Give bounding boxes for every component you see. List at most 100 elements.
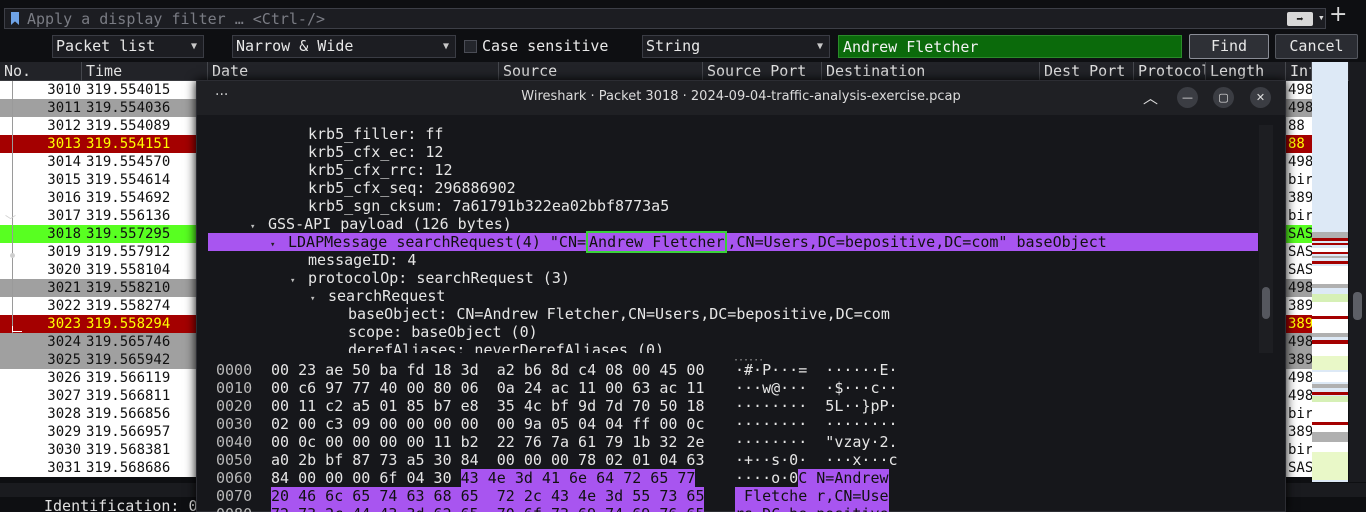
column-header-destination[interactable]: Destination	[822, 62, 1040, 81]
scrollbar-thumb[interactable]	[1262, 287, 1270, 319]
packet-info-cell[interactable]: 88	[1286, 135, 1312, 153]
packet-row[interactable]: 3026 319.566119	[0, 369, 196, 387]
hex-row[interactable]: 0050 a0 2b bf 87 73 a5 30 84 00 00 00 78 …	[208, 451, 1273, 469]
packet-row[interactable]: 3011 319.554036	[0, 99, 196, 117]
packet-row[interactable]: 3019 319.557912	[0, 243, 196, 261]
hex-row[interactable]: 0040 00 0c 00 00 00 00 11 b2 22 76 7a 61 …	[208, 433, 1273, 451]
packet-info-cell[interactable]: SAS	[1286, 261, 1312, 279]
close-button[interactable]: ✕	[1250, 87, 1271, 108]
hex-row[interactable]: 0070 20 46 6c 65 74 63 68 65 72 2c 43 4e …	[208, 487, 1273, 505]
tree-item[interactable]: krb5_cfx_rrc: 12	[208, 161, 1258, 179]
packet-row[interactable]: 3031 319.568686	[0, 459, 196, 477]
hex-row[interactable]: 0060 84 00 00 00 6f 04 30 43 4e 3d 41 6e …	[208, 469, 1273, 487]
packet-row[interactable]: 3017 319.556136	[0, 207, 196, 225]
packet-info-cell[interactable]: SAS	[1286, 225, 1312, 243]
tree-item[interactable]: krb5_cfx_seq: 296886902	[208, 179, 1258, 197]
packet-info-cell[interactable]: 389	[1286, 423, 1312, 441]
search-string-input[interactable]	[838, 35, 1182, 58]
packet-row[interactable]: 3016 319.554692	[0, 189, 196, 207]
packet-info-cell[interactable]: SAS	[1286, 243, 1312, 261]
packet-info-cell[interactable]: 498	[1286, 333, 1312, 351]
packet-info-cell[interactable]: 389	[1286, 351, 1312, 369]
minimize-button[interactable]: —	[1177, 87, 1198, 108]
packet-info-cell[interactable]: 498	[1286, 369, 1312, 387]
detail-tree-scrollbar[interactable]	[1259, 125, 1273, 353]
packet-list-horizontal-scrollbar-right[interactable]	[1286, 483, 1366, 497]
apply-filter-arrow-icon[interactable]: ➡	[1287, 12, 1313, 26]
packet-info-cell[interactable]: 498	[1286, 279, 1312, 297]
packet-row[interactable]: 3023 319.558294	[0, 315, 196, 333]
case-sensitive-checkbox[interactable]	[464, 40, 477, 53]
hex-row[interactable]: 0080 72 73 2c 44 43 3d 62 65 70 6f 73 69 …	[208, 505, 1273, 512]
packet-info-cell[interactable]: 498	[1286, 99, 1312, 117]
tree-item[interactable]: messageID: 4	[208, 251, 1258, 269]
packet-info-cell[interactable]: bir	[1286, 405, 1312, 423]
hex-row[interactable]: 0020 00 11 c2 a5 01 85 b7 e8 35 4c bf 9d …	[208, 397, 1273, 415]
tree-item[interactable]: derefAliases: neverDerefAliases (0)	[208, 341, 1258, 353]
bookmark-icon[interactable]	[11, 12, 19, 25]
column-header-protocol[interactable]: Protocol	[1134, 62, 1206, 81]
packet-info-cell[interactable]: 498	[1286, 81, 1312, 99]
column-header-length[interactable]: Length	[1206, 62, 1286, 81]
packet-row[interactable]: 3029 319.566957	[0, 423, 196, 441]
column-header-info[interactable]: Info	[1286, 62, 1312, 81]
packet-info-cell[interactable]: 498	[1286, 153, 1312, 171]
packet-info-cell[interactable]: bir	[1286, 207, 1312, 225]
column-header-time[interactable]: Time	[82, 62, 208, 81]
packet-list-minimap[interactable]	[1312, 62, 1348, 482]
packet-row[interactable]: 3013 319.554151	[0, 135, 196, 153]
find-button[interactable]: Find	[1189, 34, 1269, 59]
cancel-button[interactable]: Cancel	[1275, 34, 1358, 59]
scrollbar-thumb[interactable]	[1353, 292, 1362, 320]
packet-row[interactable]: 3020 319.558104	[0, 261, 196, 279]
tree-item[interactable]: krb5_sgn_cksum: 7a61791b322ea02bbf8773a5	[208, 197, 1258, 215]
tree-item[interactable]: ▾ GSS-API payload (126 bytes)	[208, 215, 1258, 233]
search-in-select[interactable]: Packet list ▼	[52, 35, 204, 58]
packet-row[interactable]: 3027 319.566811	[0, 387, 196, 405]
packet-list-vertical-scrollbar[interactable]	[1349, 62, 1366, 482]
column-header-dest-port[interactable]: Dest Port	[1040, 62, 1134, 81]
packet-row[interactable]: 3021 319.558210	[0, 279, 196, 297]
hex-row[interactable]: 0010 00 c6 97 77 40 00 80 06 0a 24 ac 11 …	[208, 379, 1273, 397]
tree-item[interactable]: ▾ searchRequest	[208, 287, 1258, 305]
column-header-date[interactable]: Date	[208, 62, 499, 81]
packet-row[interactable]: 3028 319.566856	[0, 405, 196, 423]
packet-row[interactable]: 3014 319.554570	[0, 153, 196, 171]
dialog-titlebar[interactable]: ··· Wireshark · Packet 3018 · 2024-09-04…	[197, 81, 1285, 115]
column-header-no[interactable]: No.	[0, 62, 82, 81]
tree-item[interactable]: ▾ protocolOp: searchRequest (3)	[208, 269, 1258, 287]
packet-list-horizontal-scrollbar[interactable]	[0, 483, 196, 497]
packet-info-cell[interactable]: 498	[1286, 387, 1312, 405]
packet-row[interactable]: 3018 319.557295	[0, 225, 196, 243]
packet-row[interactable]: 3012 319.554089	[0, 117, 196, 135]
packet-info-cell[interactable]: bir	[1286, 171, 1312, 189]
character-width-select[interactable]: Narrow & Wide ▼	[232, 35, 456, 58]
chevron-up-icon[interactable]: ︿	[1143, 87, 1158, 108]
tree-item[interactable]: krb5_filler: ff	[208, 125, 1258, 143]
hex-row[interactable]: 0030 02 00 c3 09 00 00 00 00 00 9a 05 04 …	[208, 415, 1273, 433]
search-type-select[interactable]: String ▼	[642, 35, 830, 58]
column-header-source[interactable]: Source	[499, 62, 703, 81]
packet-row[interactable]: 3025 319.565942	[0, 351, 196, 369]
packet-row[interactable]: 3022 319.558274	[0, 297, 196, 315]
packet-row[interactable]: 3010 319.554015	[0, 81, 196, 99]
tree-item[interactable]: krb5_cfx_ec: 12	[208, 143, 1258, 161]
packet-info-cell[interactable]: bir	[1286, 441, 1312, 459]
tree-item[interactable]: baseObject: CN=Andrew Fletcher,CN=Users,…	[208, 305, 1258, 323]
packet-row[interactable]: 3015 319.554614	[0, 171, 196, 189]
chevron-down-icon[interactable]: ▾	[1318, 11, 1325, 24]
packet-info-cell[interactable]: 389	[1286, 315, 1312, 333]
maximize-button[interactable]: ▢	[1213, 87, 1234, 108]
column-header-source-port[interactable]: Source Port	[703, 62, 822, 81]
packet-info-cell[interactable]: 389	[1286, 297, 1312, 315]
packet-info-cell[interactable]: 88	[1286, 117, 1312, 135]
packet-row[interactable]: 3030 319.568381	[0, 441, 196, 459]
display-filter-input[interactable]	[27, 10, 1277, 27]
tree-item[interactable]: scope: baseObject (0)	[208, 323, 1258, 341]
tree-item-selected[interactable]: ▾ LDAPMessage searchRequest(4) "CN= Andrew…	[208, 231, 1258, 253]
packet-info-cell[interactable]: SAS	[1286, 459, 1312, 477]
hex-row[interactable]: 0000 00 23 ae 50 ba fd 18 3d a2 b6 8d c4 …	[208, 361, 1273, 379]
packet-row[interactable]: 3024 319.565746	[0, 333, 196, 351]
plus-icon[interactable]: +	[1329, 2, 1347, 27]
packet-info-cell[interactable]: 389	[1286, 189, 1312, 207]
